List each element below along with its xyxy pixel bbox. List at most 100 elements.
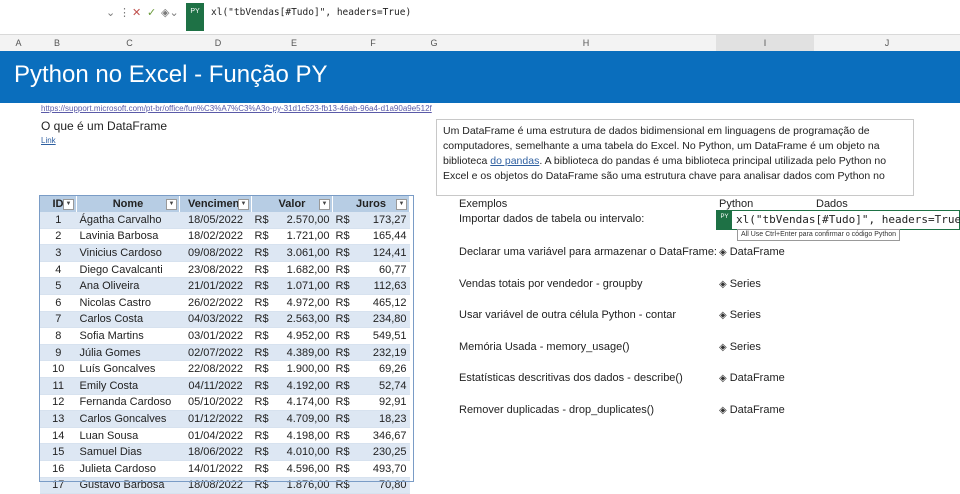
cell-juros[interactable]: 173,27 bbox=[358, 212, 410, 229]
cell-nome[interactable]: Júlia Gomes bbox=[76, 344, 180, 362]
header-nome[interactable]: Nome ▼ bbox=[76, 196, 180, 212]
cell-id[interactable]: 2 bbox=[40, 228, 77, 246]
formula-input[interactable]: xl("tbVendas[#Tudo]", headers=True) bbox=[211, 7, 411, 18]
column-header-b[interactable]: B bbox=[37, 35, 77, 51]
cell-valor[interactable]: 1.071,00 bbox=[275, 277, 333, 295]
cell-valor-currency[interactable]: R$ bbox=[251, 427, 276, 445]
cell-nome[interactable]: Gustavo Barbosa bbox=[76, 477, 180, 494]
cell-valor-currency[interactable]: R$ bbox=[251, 311, 276, 329]
cell-id[interactable]: 16 bbox=[40, 460, 77, 478]
column-header-j[interactable]: J bbox=[814, 35, 960, 51]
cell-nome[interactable]: Samuel Dias bbox=[76, 443, 180, 461]
cell-juros[interactable]: 112,63 bbox=[358, 277, 410, 295]
python-object-icon[interactable]: ◈ bbox=[719, 279, 727, 290]
cell-id[interactable]: 15 bbox=[40, 443, 77, 461]
cell-juros[interactable]: 60,77 bbox=[358, 261, 410, 279]
cell-valor-currency[interactable]: R$ bbox=[251, 294, 276, 312]
cell-nome[interactable]: Nicolas Castro bbox=[76, 294, 180, 312]
column-header-c[interactable]: C bbox=[77, 35, 182, 51]
cell-valor[interactable]: 4.952,00 bbox=[275, 327, 333, 345]
cell-valor[interactable]: 1.900,00 bbox=[275, 360, 333, 378]
cell-vencimento[interactable]: 05/10/2022 bbox=[179, 394, 252, 412]
filter-dropdown-icon[interactable]: ▼ bbox=[396, 199, 407, 210]
cell-valor[interactable]: 4.972,00 bbox=[275, 294, 333, 312]
filter-dropdown-icon[interactable]: ▼ bbox=[238, 199, 249, 210]
cell-nome[interactable]: Vinicius Cardoso bbox=[76, 244, 180, 262]
cell-vencimento[interactable]: 09/08/2022 bbox=[179, 244, 252, 262]
column-header-i[interactable]: I bbox=[716, 35, 814, 51]
cell-valor-currency[interactable]: R$ bbox=[251, 327, 276, 345]
cell-vencimento[interactable]: 18/05/2022 bbox=[179, 212, 252, 229]
table-row[interactable]: 8 Sofia Martins 03/01/2022 R$ 4.952,00 R$ 549,… bbox=[40, 327, 410, 345]
cell-juros[interactable]: 92,91 bbox=[358, 394, 410, 412]
table-row[interactable]: 9 Júlia Gomes 02/07/2022 R$ 4.389,00 R$ 232,19 bbox=[40, 344, 410, 362]
filter-dropdown-icon[interactable]: ▼ bbox=[166, 199, 177, 210]
cell-nome[interactable]: Luan Sousa bbox=[76, 427, 180, 445]
cell-valor[interactable]: 4.596,00 bbox=[275, 460, 333, 478]
support-link[interactable]: https://support.microsoft.com/pt-br/offi… bbox=[41, 104, 432, 113]
cell-juros[interactable]: 165,44 bbox=[358, 228, 410, 246]
cell-valor[interactable]: 4.010,00 bbox=[275, 443, 333, 461]
cell-juros-currency[interactable]: R$ bbox=[332, 311, 359, 329]
cell-valor-currency[interactable]: R$ bbox=[251, 277, 276, 295]
table-row[interactable]: 3 Vinicius Cardoso 09/08/2022 R$ 3.061,00 R$ 1… bbox=[40, 244, 410, 262]
python-object-cell[interactable]: ◈ Series bbox=[719, 278, 761, 290]
cell-juros[interactable]: 234,80 bbox=[358, 311, 410, 329]
cell-valor-currency[interactable]: R$ bbox=[251, 443, 276, 461]
python-object-icon[interactable]: ◈ bbox=[719, 373, 727, 384]
cell-id[interactable]: 4 bbox=[40, 261, 77, 279]
header-juros[interactable]: Juros ▼ bbox=[332, 196, 410, 212]
python-cell-editor[interactable]: PY xl("tbVendas[#Tudo]", headers=True) bbox=[716, 210, 960, 230]
header-vencimento[interactable]: Venciment ▼ bbox=[179, 196, 252, 212]
cell-vencimento[interactable]: 04/03/2022 bbox=[179, 311, 252, 329]
cell-id[interactable]: 13 bbox=[40, 410, 77, 428]
column-header-g[interactable]: G bbox=[412, 35, 456, 51]
cell-vencimento[interactable]: 03/01/2022 bbox=[179, 327, 252, 345]
cell-juros[interactable]: 549,51 bbox=[358, 327, 410, 345]
cell-juros[interactable]: 230,25 bbox=[358, 443, 410, 461]
table-row[interactable]: 12 Fernanda Cardoso 05/10/2022 R$ 4.174,00 R$… bbox=[40, 394, 410, 412]
cell-nome[interactable]: Fernanda Cardoso bbox=[76, 394, 180, 412]
cell-valor-currency[interactable]: R$ bbox=[251, 261, 276, 279]
cell-juros[interactable]: 52,74 bbox=[358, 377, 410, 395]
cell-valor-currency[interactable]: R$ bbox=[251, 377, 276, 395]
cell-vencimento[interactable]: 21/01/2022 bbox=[179, 277, 252, 295]
cell-id[interactable]: 6 bbox=[40, 294, 77, 312]
table-row[interactable]: 5 Ana Oliveira 21/01/2022 R$ 1.071,00 R$ 112,6… bbox=[40, 277, 410, 295]
cell-juros[interactable]: 124,41 bbox=[358, 244, 410, 262]
table-row[interactable]: 13 Carlos Goncalves 01/12/2022 R$ 4.709,00 R$… bbox=[40, 410, 410, 428]
cell-juros-currency[interactable]: R$ bbox=[332, 394, 359, 412]
python-object-icon[interactable]: ◈ bbox=[719, 405, 727, 416]
cell-valor[interactable]: 4.198,00 bbox=[275, 427, 333, 445]
table-row[interactable]: 10 Luís Goncalves 22/08/2022 R$ 1.900,00 R$ 69… bbox=[40, 360, 410, 378]
python-object-icon[interactable]: ◈⌄ bbox=[161, 6, 179, 19]
cell-id[interactable]: 1 bbox=[40, 212, 77, 229]
cell-nome[interactable]: Ana Oliveira bbox=[76, 277, 180, 295]
cell-nome[interactable]: Diego Cavalcanti bbox=[76, 261, 180, 279]
cell-valor[interactable]: 3.061,00 bbox=[275, 244, 333, 262]
cell-valor[interactable]: 4.174,00 bbox=[275, 394, 333, 412]
cell-id[interactable]: 12 bbox=[40, 394, 77, 412]
cell-juros[interactable]: 70,80 bbox=[358, 477, 410, 494]
header-valor[interactable]: Valor ▼ bbox=[251, 196, 333, 212]
cell-valor-currency[interactable]: R$ bbox=[251, 360, 276, 378]
cell-vencimento[interactable]: 18/02/2022 bbox=[179, 228, 252, 246]
cell-nome[interactable]: Lavinia Barbosa bbox=[76, 228, 180, 246]
cell-valor[interactable]: 1.876,00 bbox=[275, 477, 333, 494]
python-object-icon[interactable]: ◈ bbox=[719, 247, 727, 258]
cell-valor-currency[interactable]: R$ bbox=[251, 228, 276, 246]
cell-juros-currency[interactable]: R$ bbox=[332, 477, 359, 494]
python-object-cell[interactable]: ◈ Series bbox=[719, 309, 761, 321]
cell-juros[interactable]: 232,19 bbox=[358, 344, 410, 362]
python-object-icon[interactable]: ◈ bbox=[719, 342, 727, 353]
table-row[interactable]: 2 Lavinia Barbosa 18/02/2022 R$ 1.721,00 R$ 16… bbox=[40, 228, 410, 246]
cell-vencimento[interactable]: 14/01/2022 bbox=[179, 460, 252, 478]
table-row[interactable]: 11 Emily Costa 04/11/2022 R$ 4.192,00 R$ 52,74 bbox=[40, 377, 410, 395]
cell-valor[interactable]: 1.721,00 bbox=[275, 228, 333, 246]
python-object-cell[interactable]: ◈ DataFrame bbox=[719, 372, 785, 384]
cell-valor[interactable]: 4.709,00 bbox=[275, 410, 333, 428]
cell-nome[interactable]: Carlos Costa bbox=[76, 311, 180, 329]
table-row[interactable]: 7 Carlos Costa 04/03/2022 R$ 2.563,00 R$ 234,8… bbox=[40, 311, 410, 329]
table-row[interactable]: 17 Gustavo Barbosa 18/08/2022 R$ 1.876,00 R$ 7… bbox=[40, 477, 410, 494]
cell-vencimento[interactable]: 02/07/2022 bbox=[179, 344, 252, 362]
